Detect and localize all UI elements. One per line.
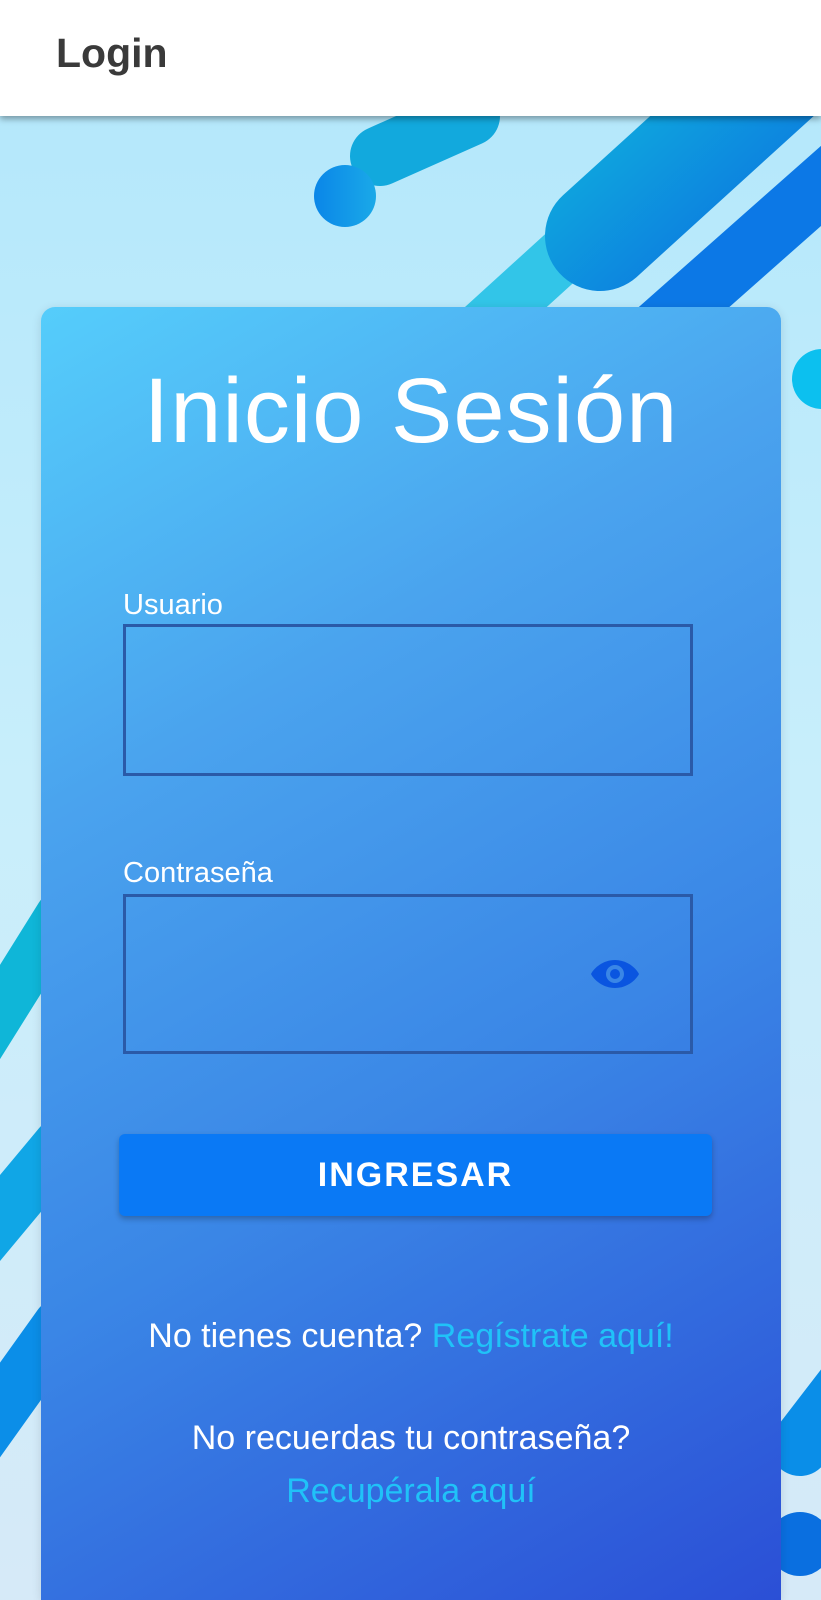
recover-text: No recuerdas tu contraseña?: [191, 1419, 631, 1457]
register-line: No tienes cuenta? Regístrate aquí!: [41, 1317, 781, 1356]
login-title: Inicio Sesión: [143, 360, 679, 462]
login-button[interactable]: INGRESAR: [119, 1134, 712, 1216]
password-field[interactable]: [123, 894, 693, 1054]
register-text: No tienes cuenta?: [148, 1317, 423, 1355]
app-bar: Login: [0, 0, 821, 116]
login-screen: Login Inicio Sesión Usuario Contraseña I…: [0, 0, 821, 1600]
password-label: Contraseña: [123, 857, 273, 889]
recover-line: Recupérala aquí: [41, 1472, 781, 1511]
login-card: Inicio Sesión Usuario Contraseña INGRESA…: [41, 307, 781, 1600]
page-title: Login: [56, 30, 168, 76]
eye-icon[interactable]: [590, 957, 640, 991]
username-field[interactable]: [123, 624, 693, 776]
username-input[interactable]: [126, 627, 690, 773]
register-link[interactable]: Regístrate aquí!: [432, 1317, 674, 1355]
recover-link[interactable]: Recupérala aquí: [286, 1472, 536, 1510]
username-label: Usuario: [123, 589, 223, 621]
